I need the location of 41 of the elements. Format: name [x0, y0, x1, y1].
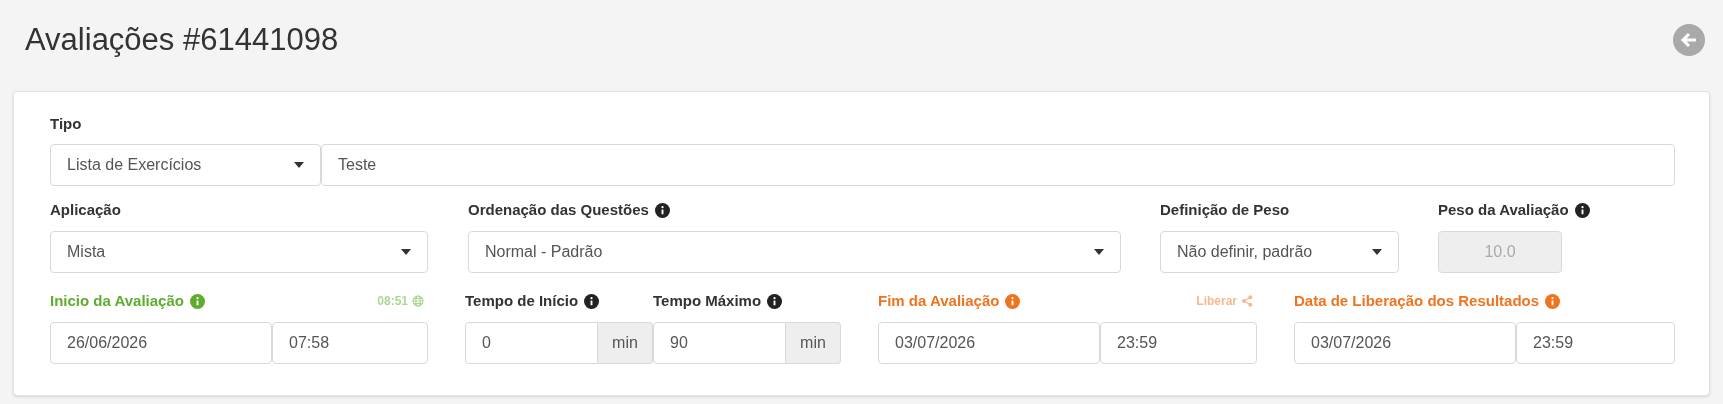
weight-field: 10.0 [1438, 231, 1562, 273]
info-icon [1545, 293, 1561, 309]
select-field[interactable]: Mista [50, 231, 428, 273]
field-label: Peso da Avaliação [1438, 199, 1569, 220]
unit-addon: min [598, 322, 653, 364]
info-icon [1005, 293, 1021, 309]
field-label: Data de Liberação dos Resultados [1294, 290, 1540, 311]
info-icon [189, 293, 205, 309]
page-title: Avaliações #61441098 [25, 20, 339, 59]
field-label: Inicio da Avaliação [50, 290, 184, 311]
arrow-left-icon [1680, 32, 1698, 48]
minutes-field[interactable]: 0 [465, 322, 598, 364]
select-field[interactable]: Normal - Padrão [468, 231, 1121, 273]
date-field[interactable]: 03/07/2026 [1294, 322, 1516, 364]
info-icon [584, 293, 600, 309]
caret-icon [294, 162, 304, 168]
unit-addon: min [786, 322, 841, 364]
field-label: Tempo de Início [465, 290, 579, 311]
field-label: Fim da Avaliação [878, 290, 1000, 311]
date-field[interactable]: 03/07/2026 [878, 322, 1100, 364]
time-field[interactable]: 07:58 [272, 322, 428, 364]
caret-icon [401, 249, 411, 255]
caret-icon [1094, 249, 1104, 255]
date-field[interactable]: 26/06/2026 [50, 322, 272, 364]
time-field[interactable]: 23:59 [1100, 322, 1257, 364]
caret-icon [1372, 249, 1382, 255]
minutes-field[interactable]: 90 [653, 322, 786, 364]
field-label: Tempo Máximo [653, 290, 762, 311]
field-label: Definição de Peso [1160, 199, 1290, 220]
globe-icon [412, 295, 424, 307]
field-label: Aplicação [50, 199, 121, 220]
field-label: Tipo [50, 113, 82, 134]
select-field[interactable]: Não definir, padrão [1160, 231, 1399, 273]
back-button[interactable] [1673, 24, 1705, 56]
select-field[interactable]: Lista de Exercícios [50, 144, 321, 186]
hint-text: 08:51 [377, 293, 408, 310]
time-field[interactable]: 23:59 [1516, 322, 1675, 364]
share-icon [1241, 295, 1253, 307]
text-field[interactable]: Teste [321, 144, 1675, 186]
field-label: Ordenação das Questões [468, 199, 649, 220]
info-icon [767, 293, 783, 309]
